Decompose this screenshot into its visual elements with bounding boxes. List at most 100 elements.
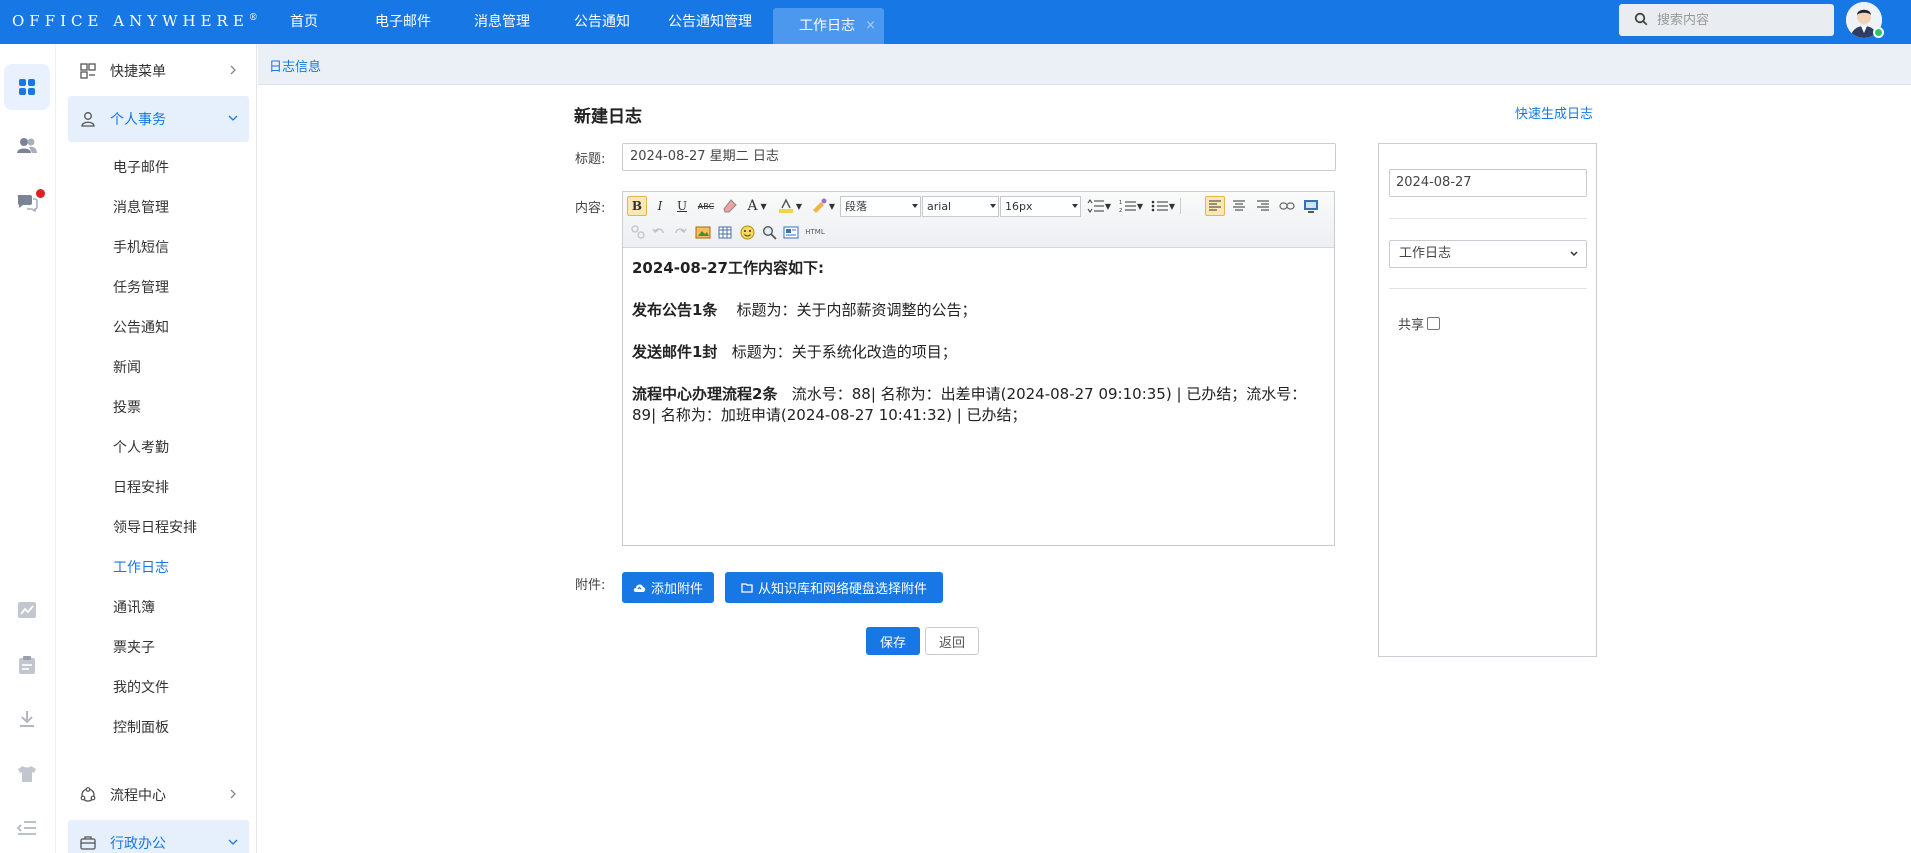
menu-item-email[interactable]: 电子邮件 — [113, 157, 169, 177]
users-icon[interactable] — [4, 122, 50, 168]
top-bar: OFFICE ANYWHERE® 首页 电子邮件 消息管理 公告通知 公告通知管… — [0, 0, 1911, 44]
font-color-button[interactable]: A ▼ — [743, 196, 771, 216]
eraser-icon[interactable] — [720, 196, 740, 216]
tab-notice-admin[interactable]: 公告通知管理 — [668, 0, 752, 44]
side-menu: 快捷菜单 个人事务 电子邮件 消息管理 手机短信 任务管理 公告通知 新闻 投票… — [56, 44, 257, 853]
menu-flow[interactable]: 流程中心 — [68, 772, 249, 818]
collapse-icon[interactable] — [4, 805, 50, 851]
app-logo[interactable]: OFFICE ANYWHERE® — [12, 12, 258, 30]
online-status-dot — [1873, 27, 1884, 38]
preview-icon[interactable] — [781, 222, 801, 242]
tab-messages[interactable]: 消息管理 — [474, 0, 530, 44]
add-attachment-button[interactable]: 添加附件 — [622, 572, 714, 603]
redo-icon[interactable] — [671, 222, 689, 242]
search-input[interactable] — [1657, 4, 1827, 36]
align-left-icon[interactable] — [1205, 196, 1225, 216]
menu-item-messages[interactable]: 消息管理 — [113, 197, 169, 217]
tab-email[interactable]: 电子邮件 — [375, 0, 431, 44]
find-replace-icon[interactable] — [759, 222, 779, 242]
tab-home[interactable]: 首页 — [290, 0, 318, 44]
kb-attachment-button[interactable]: 从知识库和网络硬盘选择附件 — [725, 572, 943, 603]
fullscreen-icon[interactable] — [1301, 196, 1321, 216]
add-attachment-label: 添加附件 — [650, 582, 703, 597]
menu-item-work-log[interactable]: 工作日志 — [113, 557, 169, 577]
divider — [1389, 218, 1587, 219]
menu-admin[interactable]: 行政办公 — [68, 820, 249, 853]
paragraph-select-value: 段落 — [845, 200, 867, 213]
doc-heading: 2024-08-27工作内容如下: — [632, 259, 824, 277]
tab-work-log-label: 工作日志 — [799, 18, 855, 34]
date-input[interactable]: 2024-08-27 — [1389, 169, 1587, 197]
title-label: 标题: — [575, 152, 606, 167]
editor-content[interactable]: 2024-08-27工作内容如下: 发布公告1条 标题为：关于内部薪资调整的公告… — [632, 258, 1322, 447]
log-settings-panel: 2024-08-27 工作日志 共享 — [1378, 143, 1597, 657]
menu-personal[interactable]: 个人事务 — [68, 96, 249, 142]
save-button[interactable]: 保存 — [866, 627, 920, 655]
unordered-list-icon[interactable]: ▼ — [1149, 196, 1177, 216]
notification-dot — [36, 189, 45, 198]
share-option: 共享 — [1398, 314, 1441, 333]
breadcrumb-bar: 日志信息 — [258, 44, 1911, 85]
folder-icon — [741, 583, 753, 593]
unlink-icon[interactable] — [629, 222, 647, 242]
align-right-icon[interactable] — [1253, 196, 1273, 216]
menu-item-news[interactable]: 新闻 — [113, 357, 141, 377]
menu-item-notices[interactable]: 公告通知 — [113, 317, 169, 337]
italic-button[interactable]: I — [651, 196, 669, 216]
chevron-right-icon — [230, 65, 236, 75]
line-height-icon[interactable]: ▼ — [1085, 196, 1113, 216]
format-painter-icon[interactable]: ▼ — [809, 196, 837, 216]
svg-text:1: 1 — [1119, 200, 1122, 206]
back-button[interactable]: 返回 — [925, 627, 979, 655]
doc-line3-bold: 流程中心办理流程2条 — [632, 385, 778, 403]
title-input[interactable]: 2024-08-27 星期二 日志 — [622, 143, 1336, 171]
chart-icon[interactable] — [4, 587, 50, 633]
kb-attachment-label: 从知识库和网络硬盘选择附件 — [757, 582, 927, 597]
grid-icon — [80, 63, 96, 79]
html-source-button[interactable]: HTML — [804, 222, 826, 242]
page-title: 新建日志 — [574, 107, 642, 127]
menu-item-attendance[interactable]: 个人考勤 — [113, 437, 169, 457]
menu-item-sms[interactable]: 手机短信 — [113, 237, 169, 257]
menu-item-control-panel[interactable]: 控制面板 — [113, 717, 169, 737]
menu-item-leader-schedule[interactable]: 领导日程安排 — [113, 517, 197, 537]
menu-item-vote[interactable]: 投票 — [113, 397, 141, 417]
strikethrough-button[interactable]: ABC — [695, 196, 717, 216]
breadcrumb[interactable]: 日志信息 — [269, 56, 321, 75]
chat-icon[interactable] — [4, 179, 50, 225]
menu-item-tickets[interactable]: 票夹子 — [113, 637, 155, 657]
close-icon[interactable]: × — [865, 8, 876, 44]
font-family-select-value: arial — [927, 200, 952, 213]
clipboard-icon[interactable] — [4, 642, 50, 688]
menu-item-contacts[interactable]: 通讯簿 — [113, 597, 155, 617]
menu-item-schedule[interactable]: 日程安排 — [113, 477, 169, 497]
apps-icon[interactable] — [4, 64, 50, 110]
undo-icon[interactable] — [650, 222, 668, 242]
tab-work-log[interactable]: 工作日志 × — [773, 8, 884, 44]
font-family-select[interactable]: arial — [922, 196, 999, 217]
font-color-label: A — [747, 198, 758, 214]
menu-quick[interactable]: 快捷菜单 — [68, 48, 249, 94]
underline-button[interactable]: U — [673, 196, 691, 216]
align-center-icon[interactable] — [1229, 196, 1249, 216]
share-checkbox[interactable] — [1427, 317, 1441, 330]
menu-personal-label: 个人事务 — [110, 112, 166, 128]
link-icon[interactable] — [1277, 196, 1297, 216]
chevron-right-icon — [230, 789, 236, 799]
insert-image-icon[interactable] — [693, 222, 713, 242]
svg-text:2: 2 — [1119, 208, 1122, 213]
shirt-icon[interactable] — [4, 751, 50, 797]
ordered-list-icon[interactable]: 1 2 ▼ — [1117, 196, 1145, 216]
menu-item-tasks[interactable]: 任务管理 — [113, 277, 169, 297]
log-type-select[interactable]: 工作日志 — [1389, 240, 1587, 268]
highlight-icon[interactable]: ▼ — [775, 196, 805, 216]
font-size-select[interactable]: 16px — [1000, 196, 1081, 217]
menu-item-my-files[interactable]: 我的文件 — [113, 677, 169, 697]
bold-button[interactable]: B — [627, 196, 647, 216]
table-icon[interactable] — [715, 222, 735, 242]
quick-generate-link[interactable]: 快速生成日志 — [1515, 103, 1593, 122]
paragraph-select[interactable]: 段落 — [840, 196, 921, 217]
tab-notices[interactable]: 公告通知 — [574, 0, 630, 44]
download-icon[interactable] — [4, 696, 50, 742]
emoji-icon[interactable] — [737, 222, 757, 242]
